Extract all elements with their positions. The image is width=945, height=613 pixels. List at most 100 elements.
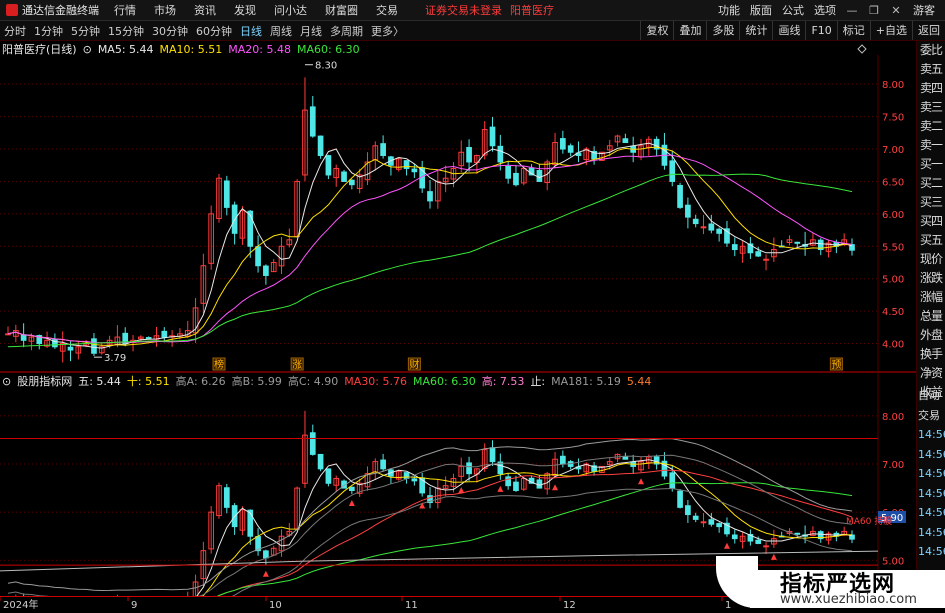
right-menu: 功能 版面 公式 选项 — ❐ ✕ 游客 bbox=[713, 0, 945, 20]
main-candle bbox=[325, 155, 332, 176]
trade-label-4[interactable]: 14:56 bbox=[917, 464, 945, 484]
menu-item-ask[interactable]: 问小达 bbox=[265, 2, 316, 18]
menu-function[interactable]: 功能 bbox=[713, 2, 745, 18]
main-candle bbox=[317, 135, 324, 157]
f10-button[interactable]: F10 bbox=[805, 21, 836, 40]
main-candle bbox=[685, 204, 691, 218]
sub-chart-settings-icon[interactable]: ⊙ bbox=[2, 375, 11, 388]
sidebar-label-8[interactable]: 买三 bbox=[917, 193, 945, 212]
period-tab-weekly[interactable]: 周线 bbox=[266, 23, 296, 39]
sub-candle bbox=[708, 519, 715, 525]
period-tab-5min[interactable]: 5分钟 bbox=[67, 23, 104, 39]
main-candle bbox=[20, 334, 27, 341]
menu-options[interactable]: 选项 bbox=[809, 2, 841, 18]
trade-label-3[interactable]: 14:56 bbox=[917, 445, 945, 465]
menu-item-discover[interactable]: 发现 bbox=[225, 2, 265, 18]
main-candle bbox=[560, 138, 566, 150]
trade-label-5[interactable]: 14:56 bbox=[917, 484, 945, 504]
buy-arrow-icon bbox=[348, 499, 355, 506]
menu-item-markets[interactable]: 市场 bbox=[145, 2, 185, 18]
sidebar-label-5[interactable]: 卖一 bbox=[917, 136, 945, 155]
main-candle bbox=[692, 218, 699, 225]
trade-label-6[interactable]: 14:56 bbox=[917, 503, 945, 523]
main-candle bbox=[67, 346, 74, 351]
trade-label-7[interactable]: 14:56 bbox=[917, 523, 945, 543]
current-stock-name: 阳普医疗 bbox=[510, 4, 554, 17]
trade-login-alert[interactable]: 证券交易未登录 bbox=[425, 2, 502, 18]
main-candle bbox=[513, 172, 519, 186]
period-tab-timeshare[interactable]: 分时 bbox=[0, 23, 30, 39]
menu-item-wealth[interactable]: 财富圈 bbox=[316, 2, 367, 18]
sidebar-label-4[interactable]: 卖二 bbox=[917, 117, 945, 136]
statistics-button[interactable]: 统计 bbox=[739, 21, 772, 40]
back-button[interactable]: 返回 bbox=[912, 21, 945, 40]
main-chart-title[interactable]: 阳普医疗(日线) bbox=[2, 41, 77, 57]
main-y-tick: 5.50 bbox=[882, 242, 904, 253]
sidebar-label-1[interactable]: 卖五 bbox=[917, 60, 945, 79]
main-candle bbox=[708, 223, 715, 231]
menu-formula[interactable]: 公式 bbox=[777, 2, 809, 18]
sidebar-label-9[interactable]: 买四 bbox=[917, 212, 945, 231]
sidebar-label-3[interactable]: 卖三 bbox=[917, 98, 945, 117]
sidebar-label-12[interactable]: 涨跌 bbox=[917, 269, 945, 288]
kline-chart[interactable]: 8.00 7.50 7.00 6.50 6.00 5.50 5.00 4.50 4.00 8.00… bbox=[0, 41, 916, 613]
main-candle bbox=[677, 184, 683, 208]
close-icon[interactable]: ✕ bbox=[885, 4, 907, 17]
guest-user[interactable]: 游客 bbox=[907, 2, 945, 18]
main-y-tick: 4.50 bbox=[882, 307, 904, 318]
sidebar-label-11[interactable]: 现价 bbox=[917, 250, 945, 269]
menu-item-news[interactable]: 资讯 bbox=[185, 2, 225, 18]
sidebar-label-6[interactable]: 买一 bbox=[917, 155, 945, 174]
adjust-button[interactable]: 复权 bbox=[640, 21, 673, 40]
main-candle bbox=[349, 179, 355, 186]
sidebar-label-7[interactable]: 买二 bbox=[917, 174, 945, 193]
sub-field-ma181: MA181: 5.19 bbox=[551, 374, 621, 388]
period-tab-multi[interactable]: 多周期 bbox=[326, 23, 367, 39]
menu-layout[interactable]: 版面 bbox=[745, 2, 777, 18]
main-candle bbox=[255, 246, 261, 267]
trade-label-0[interactable]: 自动 bbox=[917, 386, 945, 406]
period-tab-60min[interactable]: 60分钟 bbox=[192, 23, 236, 39]
minimize-icon[interactable]: — bbox=[841, 4, 863, 17]
period-tab-monthly[interactable]: 月线 bbox=[296, 23, 326, 39]
sub-candle bbox=[700, 521, 707, 524]
trade-label-8[interactable]: 14:56 bbox=[917, 542, 945, 562]
sidebar-label-16[interactable]: 换手 bbox=[917, 345, 945, 364]
trade-label-1[interactable]: 交易 bbox=[917, 406, 945, 426]
main-candle bbox=[716, 228, 722, 234]
menu-item-market[interactable]: 行情 bbox=[105, 2, 145, 18]
sub-y-tick: 7.00 bbox=[882, 460, 904, 471]
trade-label-2[interactable]: 14:56 bbox=[917, 425, 945, 445]
sub-field-high-c: 高C: 4.90 bbox=[287, 375, 339, 388]
sidebar-label-13[interactable]: 涨幅 bbox=[917, 288, 945, 307]
chart-area[interactable]: 8.00 7.50 7.00 6.50 6.00 5.50 5.00 4.50 4.00 8.00… bbox=[0, 41, 916, 613]
main-candle bbox=[622, 138, 629, 144]
event-tag: 预 bbox=[831, 359, 841, 371]
sidebar-label-0[interactable]: 委比 bbox=[917, 41, 945, 60]
sidebar-label-2[interactable]: 卖四 bbox=[917, 79, 945, 98]
period-tab-15min[interactable]: 15分钟 bbox=[104, 23, 148, 39]
main-candle bbox=[466, 146, 472, 163]
sub-field-ma30: MA30: 5.76 bbox=[344, 374, 408, 388]
sidebar-label-10[interactable]: 买五 bbox=[917, 231, 945, 250]
period-tab-30min[interactable]: 30分钟 bbox=[148, 23, 192, 39]
sub-candle bbox=[380, 459, 386, 470]
restore-icon[interactable]: ❐ bbox=[863, 4, 885, 17]
add-watchlist-button[interactable]: +自选 bbox=[869, 21, 912, 40]
sidebar-label-17[interactable]: 净资 bbox=[917, 364, 945, 383]
trade-sidebar-labels: 自动交易14:5614:5614:5614:5614:5614:5614:56 bbox=[917, 386, 945, 562]
x-tick-label: 2024年 bbox=[3, 598, 38, 610]
sidebar-label-15[interactable]: 外盘 bbox=[917, 326, 945, 345]
mark-button[interactable]: 标记 bbox=[836, 21, 870, 40]
settings-icon[interactable]: ⊙ bbox=[83, 43, 92, 56]
sub-chart-title[interactable]: 股朋指标网 bbox=[17, 373, 72, 389]
draw-line-button[interactable]: 画线 bbox=[772, 21, 805, 40]
menu-item-trade[interactable]: 交易 bbox=[367, 2, 407, 18]
sidebar-label-14[interactable]: 总量 bbox=[917, 307, 945, 326]
period-tab-more[interactable]: 更多〉 bbox=[367, 23, 408, 39]
period-tab-daily[interactable]: 日线 bbox=[236, 23, 266, 39]
period-tab-1min[interactable]: 1分钟 bbox=[30, 23, 67, 39]
sub-candle bbox=[349, 486, 355, 492]
multi-stock-button[interactable]: 多股 bbox=[706, 21, 739, 40]
overlay-button[interactable]: 叠加 bbox=[673, 21, 706, 40]
